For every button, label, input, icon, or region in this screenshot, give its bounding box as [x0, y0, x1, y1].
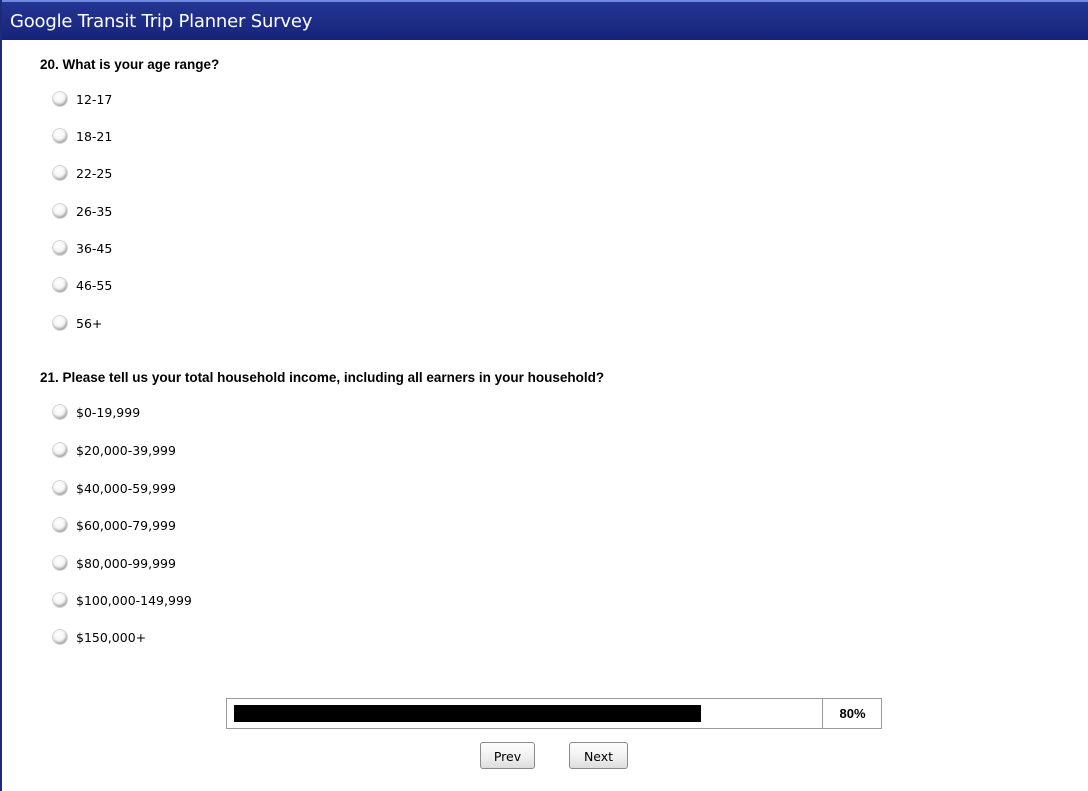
income-option-80000-99999[interactable]: $80,000-99,999: [52, 552, 176, 574]
age-option-26-35[interactable]: 26-35: [52, 200, 112, 222]
option-label: $80,000-99,999: [76, 555, 176, 571]
radio-button-icon[interactable]: [52, 128, 68, 144]
income-option-100000-149999[interactable]: $100,000-149,999: [52, 589, 192, 611]
question-21-title: 21. Please tell us your total household …: [40, 370, 605, 385]
radio-button-icon[interactable]: [52, 165, 68, 181]
progress-track: [227, 699, 823, 728]
radio-button-icon[interactable]: [52, 404, 68, 420]
option-label: $100,000-149,999: [76, 592, 192, 608]
radio-button-icon[interactable]: [52, 277, 68, 293]
age-option-18-21[interactable]: 18-21: [52, 125, 112, 147]
radio-button-icon[interactable]: [52, 91, 68, 107]
radio-button-icon[interactable]: [52, 629, 68, 645]
prev-button[interactable]: Prev: [480, 742, 535, 769]
radio-button-icon[interactable]: [52, 442, 68, 458]
window-title: Google Transit Trip Planner Survey: [10, 11, 313, 32]
age-option-22-25[interactable]: 22-25: [52, 162, 112, 184]
option-label: 36-45: [76, 240, 113, 256]
income-option-0-19999[interactable]: $0-19,999: [52, 401, 140, 423]
option-label: 12-17: [76, 91, 113, 107]
income-option-40000-59999[interactable]: $40,000-59,999: [52, 477, 176, 499]
progress-bar: 80%: [226, 698, 882, 729]
radio-button-icon[interactable]: [52, 203, 68, 219]
option-label: 56+: [76, 315, 103, 331]
progress-fill: [234, 705, 701, 722]
radio-button-icon[interactable]: [52, 592, 68, 608]
age-option-36-45[interactable]: 36-45: [52, 237, 112, 259]
age-option-46-55[interactable]: 46-55: [52, 274, 112, 296]
income-option-150000-plus[interactable]: $150,000+: [52, 626, 146, 648]
option-label: $150,000+: [76, 629, 147, 645]
option-label: 18-21: [76, 128, 113, 144]
title-bar: Google Transit Trip Planner Survey: [2, 0, 1088, 40]
question-20-title: 20. What is your age range?: [40, 57, 220, 72]
age-option-56-plus[interactable]: 56+: [52, 312, 102, 334]
radio-button-icon[interactable]: [52, 555, 68, 571]
radio-button-icon[interactable]: [52, 315, 68, 331]
progress-percent: 80%: [839, 706, 866, 721]
survey-window: Google Transit Trip Planner Survey 20. W…: [0, 0, 1088, 791]
radio-button-icon[interactable]: [52, 517, 68, 533]
option-label: 46-55: [76, 277, 113, 293]
age-option-12-17[interactable]: 12-17: [52, 88, 112, 110]
income-option-20000-39999[interactable]: $20,000-39,999: [52, 439, 176, 461]
next-button[interactable]: Next: [569, 742, 628, 769]
radio-button-icon[interactable]: [52, 240, 68, 256]
option-label: $0-19,999: [76, 404, 141, 420]
option-label: $40,000-59,999: [76, 480, 176, 496]
income-option-60000-79999[interactable]: $60,000-79,999: [52, 514, 176, 536]
option-label: 22-25: [76, 165, 113, 181]
radio-button-icon[interactable]: [52, 480, 68, 496]
option-label: $20,000-39,999: [76, 442, 176, 458]
option-label: $60,000-79,999: [76, 517, 176, 533]
option-label: 26-35: [76, 203, 113, 219]
